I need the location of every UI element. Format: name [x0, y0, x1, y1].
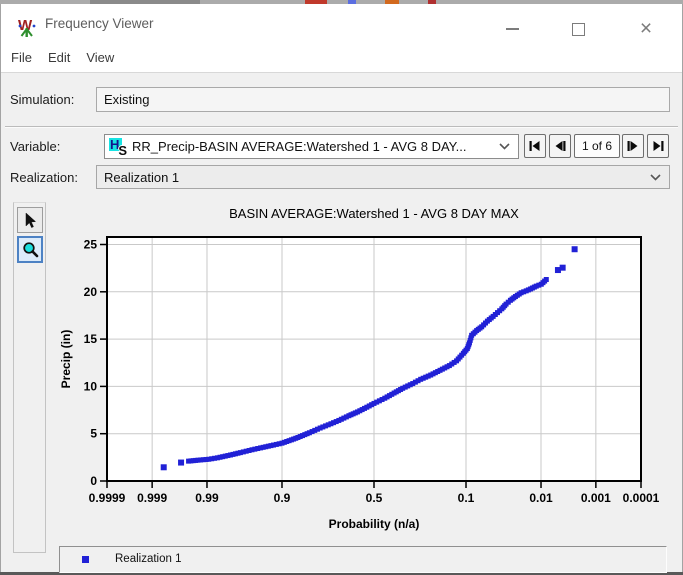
menu-bar: File Edit View [1, 44, 682, 73]
legend-marker-swatch [82, 556, 89, 563]
svg-text:0.01: 0.01 [529, 491, 553, 505]
previous-record-button[interactable] [549, 134, 571, 158]
record-position-indicator[interactable]: 1 of 6 [574, 134, 620, 158]
svg-text:20: 20 [84, 285, 98, 299]
svg-text:0.1: 0.1 [458, 491, 475, 505]
menu-edit[interactable]: Edit [40, 44, 78, 72]
magnifier-icon [22, 242, 38, 258]
svg-text:0.9: 0.9 [274, 491, 291, 505]
simulation-field[interactable]: Existing [96, 87, 670, 112]
title-bar: W Frequency Viewer × [1, 4, 682, 44]
chart-legend: Realization 1 [59, 546, 667, 573]
svg-text:0.0001: 0.0001 [623, 491, 660, 505]
maximize-icon [571, 22, 585, 36]
realization-label: Realization: [10, 170, 78, 185]
variable-selected-value: RR_Precip-BASIN AVERAGE:Watershed 1 - AV… [132, 139, 467, 154]
last-record-button[interactable] [647, 134, 669, 158]
chevron-down-icon [650, 173, 661, 181]
window-title: Frequency Viewer [45, 16, 154, 31]
previous-record-icon [555, 141, 566, 151]
simulation-label: Simulation: [10, 92, 75, 107]
maximize-button[interactable] [558, 16, 598, 42]
chevron-down-icon [499, 143, 510, 150]
close-icon: × [639, 17, 653, 40]
next-record-button[interactable] [622, 134, 644, 158]
svg-text:15: 15 [84, 332, 98, 346]
svg-text:5: 5 [90, 427, 97, 441]
close-button[interactable]: × [626, 16, 666, 42]
pointer-cursor-icon [25, 211, 36, 228]
svg-text:Precip (in): Precip (in) [59, 330, 73, 389]
realization-combobox[interactable]: Realization 1 [96, 165, 670, 189]
variable-label: Variable: [10, 139, 61, 154]
first-record-button[interactable] [524, 134, 546, 158]
svg-text:10: 10 [84, 379, 98, 393]
menu-file[interactable]: File [3, 44, 40, 72]
minimize-button[interactable] [492, 16, 532, 42]
minimize-icon [505, 28, 519, 30]
frequency-viewer-window: W Frequency Viewer × File Edit View Simula… [0, 0, 683, 575]
realization-selected-value: Realization 1 [104, 169, 180, 185]
chart-tool-strip [13, 202, 46, 553]
svg-text:0.9999: 0.9999 [89, 491, 126, 505]
zoom-tool-button[interactable] [17, 236, 43, 263]
next-record-icon [627, 141, 638, 151]
window-border-left [0, 4, 1, 575]
svg-text:Probability (n/a): Probability (n/a) [329, 517, 420, 531]
svg-text:0.5: 0.5 [366, 491, 383, 505]
app-icon: W [18, 17, 36, 37]
pointer-tool-button[interactable] [17, 207, 43, 233]
chart-canvas[interactable]: 0.9999 0.999 0.99 0.9 0.5 0.1 0.01 0.001 0.0001 0… [46, 200, 681, 545]
svg-text:0.001: 0.001 [581, 491, 611, 505]
last-record-icon [653, 141, 664, 151]
variable-combobox[interactable]: HS RR_Precip-BASIN AVERAGE:Watershed 1 -… [104, 134, 519, 159]
legend-entry: Realization 1 [115, 553, 182, 565]
separator-line [5, 126, 678, 128]
svg-text:0: 0 [90, 474, 97, 488]
hec-dss-record-icon: HS [109, 136, 127, 158]
first-record-icon [529, 141, 540, 151]
frequency-plot: 0.9999 0.999 0.99 0.9 0.5 0.1 0.01 0.001 0.0001 0… [59, 206, 660, 531]
svg-text:0.999: 0.999 [137, 491, 167, 505]
svg-text:BASIN AVERAGE:Watershed 1 - AV: BASIN AVERAGE:Watershed 1 - AVG 8 DAY MA… [229, 206, 519, 221]
menu-view[interactable]: View [78, 44, 122, 72]
svg-text:0.99: 0.99 [195, 491, 219, 505]
svg-text:25: 25 [84, 238, 98, 252]
